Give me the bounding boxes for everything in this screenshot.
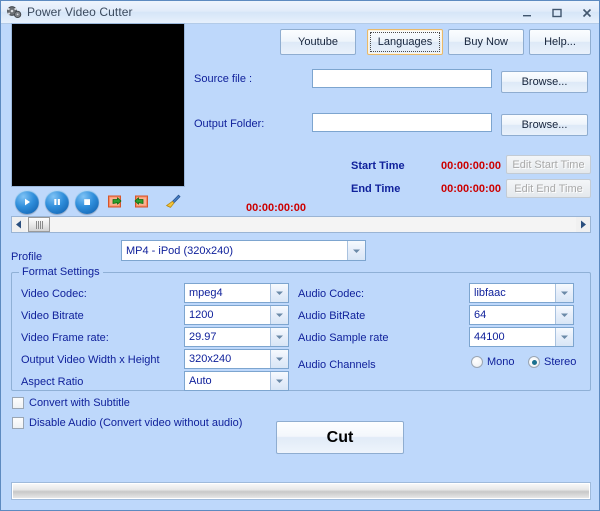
video-codec-value: mpeg4 — [189, 287, 223, 299]
chevron-down-icon[interactable] — [270, 284, 288, 302]
chevron-down-icon[interactable] — [555, 328, 573, 346]
output-folder-input[interactable] — [312, 113, 492, 132]
chevron-down-icon[interactable] — [270, 350, 288, 368]
minimize-icon[interactable] — [519, 5, 535, 21]
languages-button[interactable]: Languages — [367, 29, 443, 55]
chevron-down-icon[interactable] — [270, 306, 288, 324]
youtube-button[interactable]: Youtube — [280, 29, 356, 55]
broom-clear-icon[interactable] — [163, 192, 183, 212]
profile-value: MP4 - iPod (320x240) — [126, 244, 233, 257]
set-end-marker-icon[interactable] — [131, 192, 151, 212]
disable-audio-checkbox[interactable]: Disable Audio (Convert video without aud… — [12, 417, 242, 429]
chevron-down-icon[interactable] — [555, 284, 573, 302]
profile-combobox[interactable]: MP4 - iPod (320x240) — [121, 240, 366, 261]
help-button[interactable]: Help... — [529, 29, 591, 55]
edit-start-time-button[interactable]: Edit Start Time — [506, 155, 591, 174]
video-codec-label: Video Codec: — [21, 288, 87, 300]
audio-codec-label: Audio Codec: — [298, 288, 365, 300]
output-video-size-label: Output Video Width x Height — [21, 354, 160, 366]
audio-sample-rate-label: Audio Sample rate — [298, 332, 389, 344]
title-bar: Power Video Cutter — [1, 1, 599, 24]
end-time-value: 00:00:00:00 — [441, 183, 501, 195]
source-file-input[interactable] — [312, 69, 492, 88]
radio-mono-label: Mono — [487, 356, 515, 368]
chevron-down-icon[interactable] — [270, 372, 288, 390]
convert-with-subtitle-checkbox[interactable]: Convert with Subtitle — [12, 397, 130, 409]
video-codec-combobox[interactable]: mpeg4 — [184, 283, 289, 303]
audio-bitrate-value: 64 — [474, 309, 487, 321]
format-settings-title: Format Settings — [19, 266, 103, 278]
profile-label: Profile — [11, 251, 43, 263]
audio-codec-value: libfaac — [474, 287, 506, 299]
radio-mono-indicator[interactable] — [471, 356, 483, 368]
disable-audio-label: Disable Audio (Convert video without aud… — [29, 417, 243, 429]
checkbox-indicator[interactable] — [12, 397, 24, 409]
chevron-down-icon[interactable] — [347, 241, 365, 260]
set-start-marker-icon[interactable] — [105, 192, 125, 212]
audio-bitrate-combobox[interactable]: 64 — [469, 305, 574, 325]
edit-end-time-button[interactable]: Edit End Time — [506, 179, 591, 198]
video-frame-rate-combobox[interactable]: 29.97 — [184, 327, 289, 347]
audio-bitrate-label: Audio BitRate — [298, 310, 366, 322]
pause-icon[interactable] — [45, 190, 69, 214]
start-time-value: 00:00:00:00 — [441, 160, 501, 172]
application-window: Power Video Cutter Youtube Languages Buy… — [0, 0, 600, 511]
video-preview-panel[interactable] — [11, 23, 185, 187]
film-reel-icon — [6, 4, 22, 20]
video-bitrate-label: Video Bitrate — [21, 310, 84, 322]
audio-sample-rate-value: 44100 — [474, 331, 505, 343]
play-icon[interactable] — [15, 190, 39, 214]
arrow-left-icon[interactable] — [12, 217, 26, 232]
cut-button[interactable]: Cut — [276, 421, 404, 454]
radio-stereo-indicator[interactable] — [528, 356, 540, 368]
player-timecode: 00:00:00:00 — [246, 202, 306, 214]
radio-stereo-label: Stereo — [544, 356, 577, 368]
scrollbar-track[interactable] — [26, 217, 576, 232]
output-folder-label: Output Folder: — [194, 118, 265, 130]
audio-channel-stereo-radio[interactable]: Stereo — [528, 356, 576, 368]
checkbox-indicator[interactable] — [12, 417, 24, 429]
audio-sample-rate-combobox[interactable]: 44100 — [469, 327, 574, 347]
close-icon[interactable] — [579, 5, 595, 21]
aspect-ratio-label: Aspect Ratio — [21, 376, 84, 388]
browse-source-button[interactable]: Browse... — [501, 71, 588, 93]
end-time-label: End Time — [351, 183, 401, 195]
progress-bar-fill — [13, 484, 589, 498]
source-file-label: Source file : — [194, 73, 253, 85]
scrollbar-thumb[interactable] — [28, 217, 50, 232]
video-bitrate-value: 1200 — [189, 309, 214, 321]
output-video-size-value: 320x240 — [189, 353, 232, 365]
browse-output-button[interactable]: Browse... — [501, 114, 588, 136]
video-bitrate-combobox[interactable]: 1200 — [184, 305, 289, 325]
chevron-down-icon[interactable] — [270, 328, 288, 346]
audio-codec-combobox[interactable]: libfaac — [469, 283, 574, 303]
progress-bar — [11, 482, 591, 500]
buy-now-button[interactable]: Buy Now — [448, 29, 524, 55]
arrow-right-icon[interactable] — [576, 217, 590, 232]
window-title: Power Video Cutter — [27, 5, 133, 19]
output-video-size-combobox[interactable]: 320x240 — [184, 349, 289, 369]
audio-channels-label: Audio Channels — [298, 359, 376, 371]
maximize-icon[interactable] — [549, 5, 565, 21]
aspect-ratio-value: Auto — [189, 375, 212, 387]
chevron-down-icon[interactable] — [555, 306, 573, 324]
aspect-ratio-combobox[interactable]: Auto — [184, 371, 289, 391]
player-controls — [15, 190, 183, 214]
stop-icon[interactable] — [75, 190, 99, 214]
video-frame-rate-value: 29.97 — [189, 331, 217, 343]
audio-channel-mono-radio[interactable]: Mono — [471, 356, 515, 368]
timeline-scrollbar[interactable] — [11, 216, 591, 233]
window-controls — [519, 1, 595, 24]
languages-button-label: Languages — [377, 36, 433, 48]
convert-with-subtitle-label: Convert with Subtitle — [29, 397, 130, 409]
video-frame-rate-label: Video Frame rate: — [21, 332, 109, 344]
start-time-label: Start Time — [351, 160, 405, 172]
